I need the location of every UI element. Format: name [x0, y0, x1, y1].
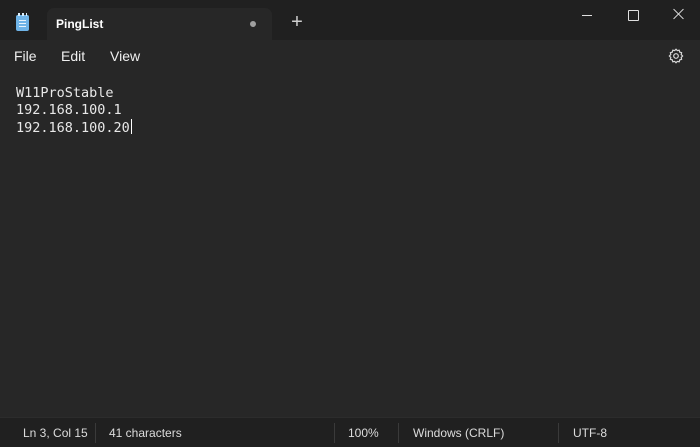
text-line: 192.168.100.20: [16, 120, 130, 136]
tab-title: PingList: [56, 17, 104, 31]
text-line: W11ProStable: [16, 85, 114, 101]
tab-pinglist[interactable]: PingList: [47, 8, 272, 40]
character-count: 41 characters: [109, 426, 182, 440]
close-button[interactable]: [656, 0, 700, 32]
menu-view[interactable]: View: [110, 48, 140, 64]
minimize-button[interactable]: [564, 0, 610, 32]
title-bar: PingList +: [0, 0, 700, 40]
divider: [398, 423, 399, 443]
document-text[interactable]: W11ProStable 192.168.100.1 192.168.100.2…: [16, 85, 132, 136]
divider: [95, 423, 96, 443]
maximize-button[interactable]: [610, 0, 656, 32]
menu-edit[interactable]: Edit: [61, 48, 85, 64]
gear-icon[interactable]: [668, 48, 684, 64]
cursor-position: Ln 3, Col 15: [23, 426, 88, 440]
notepad-window: PingList + File Edit View W11ProStable 1…: [0, 0, 700, 447]
close-icon: [673, 8, 685, 20]
minimize-icon: [582, 15, 592, 16]
divider: [558, 423, 559, 443]
new-tab-button[interactable]: +: [287, 12, 307, 32]
menu-file[interactable]: File: [14, 48, 37, 64]
menu-bar: File Edit View: [0, 40, 700, 72]
encoding[interactable]: UTF-8: [573, 426, 607, 440]
maximize-icon: [628, 10, 639, 21]
text-editor[interactable]: W11ProStable 192.168.100.1 192.168.100.2…: [0, 72, 700, 412]
text-line-with-caret: 192.168.100.20: [16, 119, 132, 136]
divider: [334, 423, 335, 443]
unsaved-dot-icon[interactable]: [250, 21, 256, 27]
text-caret: [130, 119, 132, 134]
text-line: 192.168.100.1: [16, 102, 122, 118]
line-ending[interactable]: Windows (CRLF): [413, 426, 504, 440]
status-bar: Ln 3, Col 15 41 characters 100% Windows …: [0, 417, 700, 447]
zoom-level[interactable]: 100%: [348, 426, 379, 440]
notepad-icon: [16, 13, 29, 31]
